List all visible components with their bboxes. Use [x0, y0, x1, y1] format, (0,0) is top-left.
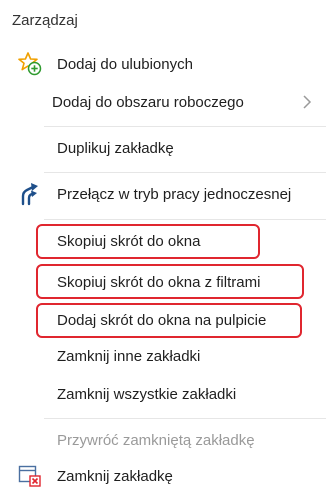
menu-item-label: Dodaj skrót do okna na pulpicie — [57, 311, 267, 329]
menu-item-label: Przełącz w tryb pracy jednoczesnej — [57, 185, 292, 203]
menu-item-close-tab[interactable]: Zamknij zakładkę — [0, 456, 326, 496]
menu-divider — [44, 172, 326, 173]
context-menu: Zarządzaj Dodaj do ulubionych Dodaj do o… — [0, 0, 326, 501]
split-arrows-icon — [18, 182, 42, 206]
menu-item-copy-window-shortcut[interactable]: Skopiuj skrót do okna — [0, 221, 326, 261]
menu-item-label: Zamknij zakładkę — [57, 467, 173, 485]
menu-divider — [44, 418, 326, 419]
menu-item-add-workspace[interactable]: Dodaj do obszaru roboczego — [0, 82, 326, 122]
menu-item-label: Skopiuj skrót do okna z filtrami — [57, 273, 261, 291]
menu-item-split-mode[interactable]: Przełącz w tryb pracy jednoczesnej — [0, 174, 326, 214]
chevron-right-icon — [302, 95, 312, 109]
menu-item-label: Skopiuj skrót do okna — [57, 232, 201, 250]
menu-divider — [44, 126, 326, 127]
menu-header: Zarządzaj — [12, 12, 78, 29]
menu-item-label: Duplikuj zakładkę — [57, 139, 174, 157]
menu-item-label: Zamknij wszystkie zakładki — [57, 385, 237, 403]
menu-item-duplicate-tab[interactable]: Duplikuj zakładkę — [0, 128, 326, 168]
menu-item-restore-closed-tab: Przywróć zamkniętą zakładkę — [0, 420, 326, 460]
menu-item-add-desktop-shortcut[interactable]: Dodaj skrót do okna na pulpicie — [0, 300, 326, 340]
close-tab-icon — [18, 464, 42, 488]
menu-item-label: Dodaj do obszaru roboczego — [52, 93, 244, 111]
menu-divider — [44, 219, 326, 220]
menu-item-close-all-tabs[interactable]: Zamknij wszystkie zakładki — [0, 374, 326, 414]
star-plus-icon — [18, 52, 42, 76]
menu-item-copy-window-shortcut-filters[interactable]: Skopiuj skrót do okna z filtrami — [0, 262, 326, 302]
menu-item-label: Dodaj do ulubionych — [57, 55, 193, 73]
menu-item-add-favorites[interactable]: Dodaj do ulubionych — [0, 44, 326, 84]
menu-item-label: Zamknij inne zakładki — [57, 347, 201, 365]
menu-item-close-other-tabs[interactable]: Zamknij inne zakładki — [0, 336, 326, 376]
menu-item-label: Przywróć zamkniętą zakładkę — [57, 431, 255, 449]
